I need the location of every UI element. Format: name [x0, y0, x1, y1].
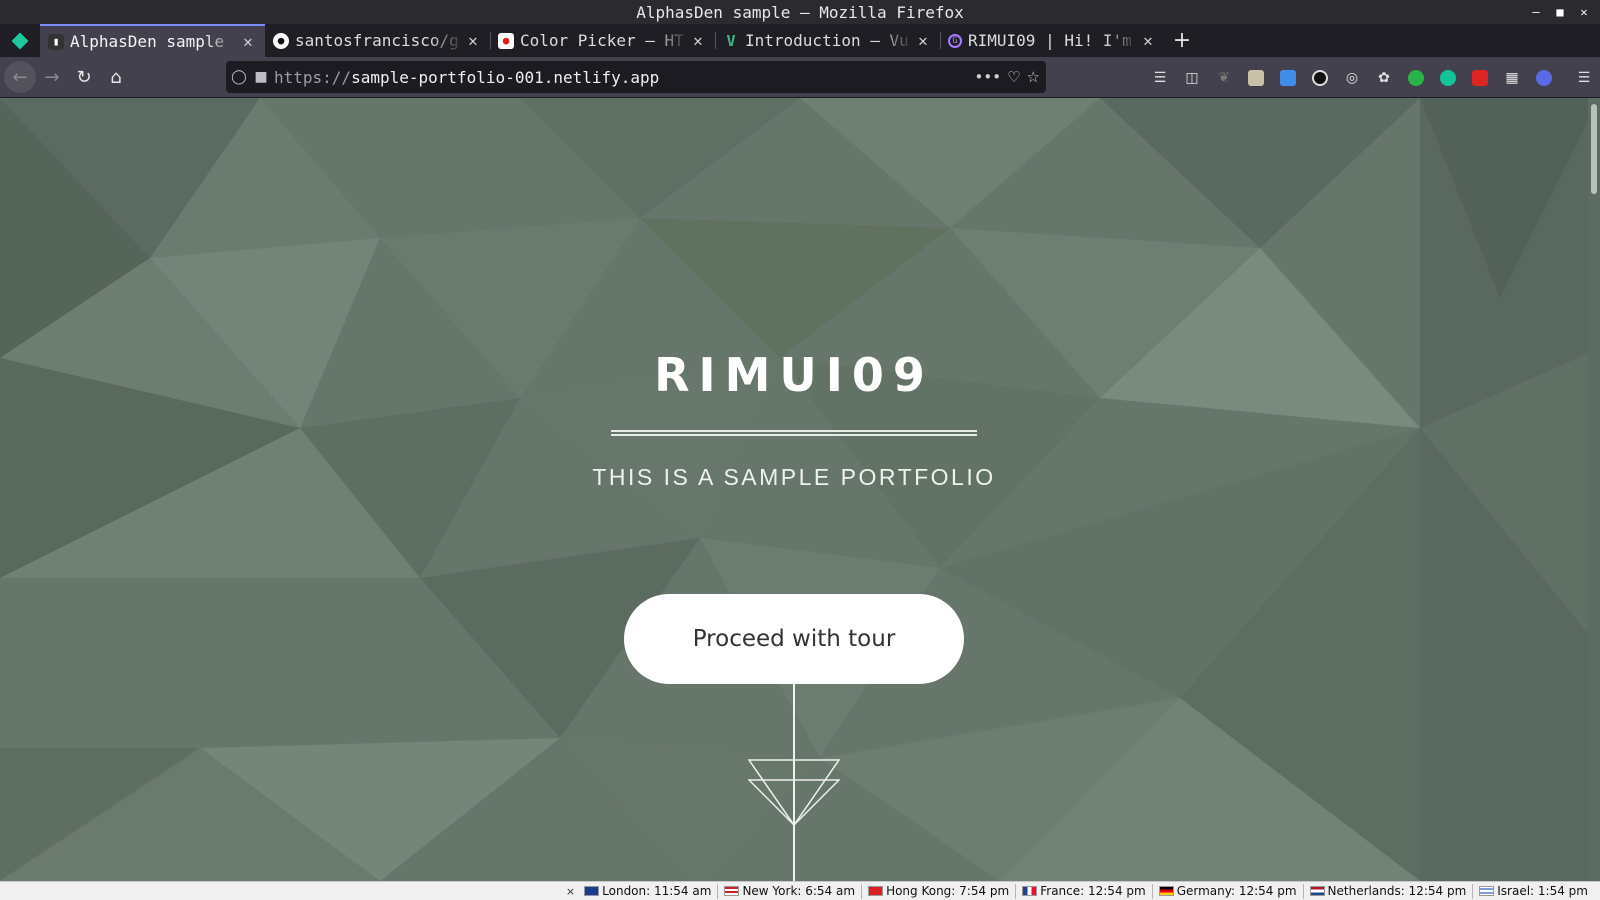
il-flag-icon: [1479, 886, 1495, 896]
tab-groups-icon[interactable]: [0, 24, 40, 57]
lock-icon[interactable]: ■: [252, 61, 270, 93]
fr-flag-icon: [1022, 886, 1038, 896]
extension-cloud-icon[interactable]: [1240, 62, 1272, 94]
sidebar-icon[interactable]: ◫: [1176, 62, 1208, 94]
tab-title: santosfrancisco/g: [295, 31, 459, 50]
tab-title: RIMUI09 | Hi! I'm Fr: [968, 31, 1139, 50]
extensions-toolbar: ☰ ◫ ❦ ◎ ✿ ▦ ☰: [1144, 57, 1600, 98]
uk-flag-icon: [584, 886, 600, 896]
window-titlebar: AlphasDen sample — Mozilla Firefox – ■ ✕: [0, 0, 1600, 24]
reload-icon[interactable]: ↻: [68, 61, 100, 93]
clock-netherlands[interactable]: Netherlands: 12:54 pm: [1304, 883, 1474, 899]
minimize-icon[interactable]: –: [1524, 0, 1548, 24]
clock-label: Israel: 1:54 pm: [1497, 884, 1588, 898]
tab-title: Introduction — Vu: [745, 31, 909, 50]
close-tab-icon[interactable]: ✕: [464, 31, 482, 50]
url-host: sample-portfolio-001.netlify.app: [351, 67, 660, 87]
scrollbar-thumb[interactable]: [1591, 104, 1597, 194]
page-title: RIMUI09: [654, 348, 934, 402]
page-actions-icon[interactable]: •••: [975, 68, 1002, 86]
home-icon[interactable]: ⌂: [100, 61, 132, 93]
clock-germany[interactable]: Germany: 12:54 pm: [1153, 883, 1304, 899]
clock-label: Hong Kong: 7:54 pm: [886, 884, 1010, 898]
extension-leaf2-icon[interactable]: ✿: [1368, 62, 1400, 94]
page-scrollbar[interactable]: [1588, 98, 1600, 881]
clock-new-york[interactable]: New York: 6:54 am: [718, 883, 863, 899]
close-tab-icon[interactable]: ✕: [689, 31, 707, 50]
tab-alphasden[interactable]: ▮ AlphasDen sample ✕: [40, 24, 265, 57]
tab-rimui09[interactable]: G RIMUI09 | Hi! I'm Fr ✕: [940, 24, 1165, 57]
clock-israel[interactable]: Israel: 1:54 pm: [1473, 884, 1594, 899]
clock-label: Germany: 12:54 pm: [1176, 884, 1297, 898]
extension-leaf-icon[interactable]: ❦: [1208, 62, 1240, 94]
clock-london[interactable]: London: 11:54 am: [578, 883, 719, 899]
close-tab-icon[interactable]: ✕: [239, 32, 257, 51]
extension-dark-icon[interactable]: [1304, 62, 1336, 94]
maximize-icon[interactable]: ■: [1548, 0, 1572, 24]
extension-bplus-icon[interactable]: [1400, 62, 1432, 94]
clock-label: Netherlands: 12:54 pm: [1327, 884, 1467, 898]
vue-icon: V: [726, 31, 736, 50]
tab-github[interactable]: ● santosfrancisco/g ✕: [265, 24, 490, 57]
grammarly-icon[interactable]: [1432, 62, 1464, 94]
down-triangle-icon: [748, 759, 840, 827]
address-bar[interactable]: ◯ ■ https://sample-portfolio-001.netlify…: [226, 61, 1046, 93]
extension-translate-icon[interactable]: [1272, 62, 1304, 94]
window-title: AlphasDen sample — Mozilla Firefox: [636, 2, 964, 22]
alphasden-icon: ▮: [48, 33, 64, 50]
bookmark-star-icon[interactable]: ☆: [1027, 68, 1040, 86]
back-icon[interactable]: ←: [4, 61, 36, 93]
url-scheme: https://: [274, 67, 352, 87]
rimui-icon: G: [948, 33, 962, 48]
close-window-icon[interactable]: ✕: [1572, 0, 1596, 24]
extension-grid-icon[interactable]: ▦: [1496, 62, 1528, 94]
tab-color-picker[interactable]: ● Color Picker — HT ✕: [490, 24, 715, 57]
new-tab-icon[interactable]: +: [1165, 24, 1199, 57]
tab-title: Color Picker — HT: [520, 31, 684, 50]
forward-icon[interactable]: →: [36, 61, 68, 93]
de-flag-icon: [1158, 886, 1174, 896]
page-subtitle: THIS IS A SAMPLE PORTFOLIO: [592, 464, 996, 490]
color-picker-icon: ●: [498, 32, 514, 49]
github-icon: ●: [273, 32, 289, 49]
extension-bulb-icon[interactable]: ◎: [1336, 62, 1368, 94]
clock-label: New York: 6:54 am: [742, 884, 856, 898]
close-statusbar-icon[interactable]: ×: [566, 885, 575, 898]
close-tab-icon[interactable]: ✕: [1139, 31, 1157, 50]
us-flag-icon: [724, 886, 740, 896]
nl-flag-icon: [1309, 886, 1325, 896]
clock-france[interactable]: France: 12:54 pm: [1016, 883, 1153, 899]
proceed-tour-button[interactable]: Proceed with tour: [624, 594, 964, 684]
extension-globe-icon[interactable]: [1528, 62, 1560, 94]
world-clock-statusbar: × London: 11:54 am New York: 6:54 am Hon…: [0, 881, 1600, 900]
page-viewport: RIMUI09 THIS IS A SAMPLE PORTFOLIO Proce…: [0, 98, 1600, 881]
pocket-icon[interactable]: ♡: [1007, 68, 1020, 86]
clock-label: France: 12:54 pm: [1040, 884, 1146, 898]
app-menu-icon[interactable]: ☰: [1568, 62, 1600, 94]
tab-vue-introduction[interactable]: V Introduction — Vu ✕: [715, 24, 940, 57]
hk-flag-icon: [868, 886, 884, 896]
navigation-toolbar: ← → ↻ ⌂ ◯ ■ https://sample-portfolio-001…: [0, 57, 1600, 98]
clock-label: London: 11:54 am: [602, 884, 712, 898]
close-tab-icon[interactable]: ✕: [914, 31, 932, 50]
title-divider: [611, 430, 977, 436]
tab-title: AlphasDen sample: [70, 32, 225, 51]
extension-red-icon[interactable]: [1464, 62, 1496, 94]
tracking-shield-icon[interactable]: ◯: [226, 61, 252, 93]
url-text[interactable]: https://sample-portfolio-001.netlify.app: [274, 68, 975, 87]
tab-strip: ▮ AlphasDen sample ✕ ● santosfrancisco/g…: [0, 24, 1600, 57]
clock-hong-kong[interactable]: Hong Kong: 7:54 pm: [862, 883, 1017, 899]
library-icon[interactable]: ☰: [1144, 62, 1176, 94]
